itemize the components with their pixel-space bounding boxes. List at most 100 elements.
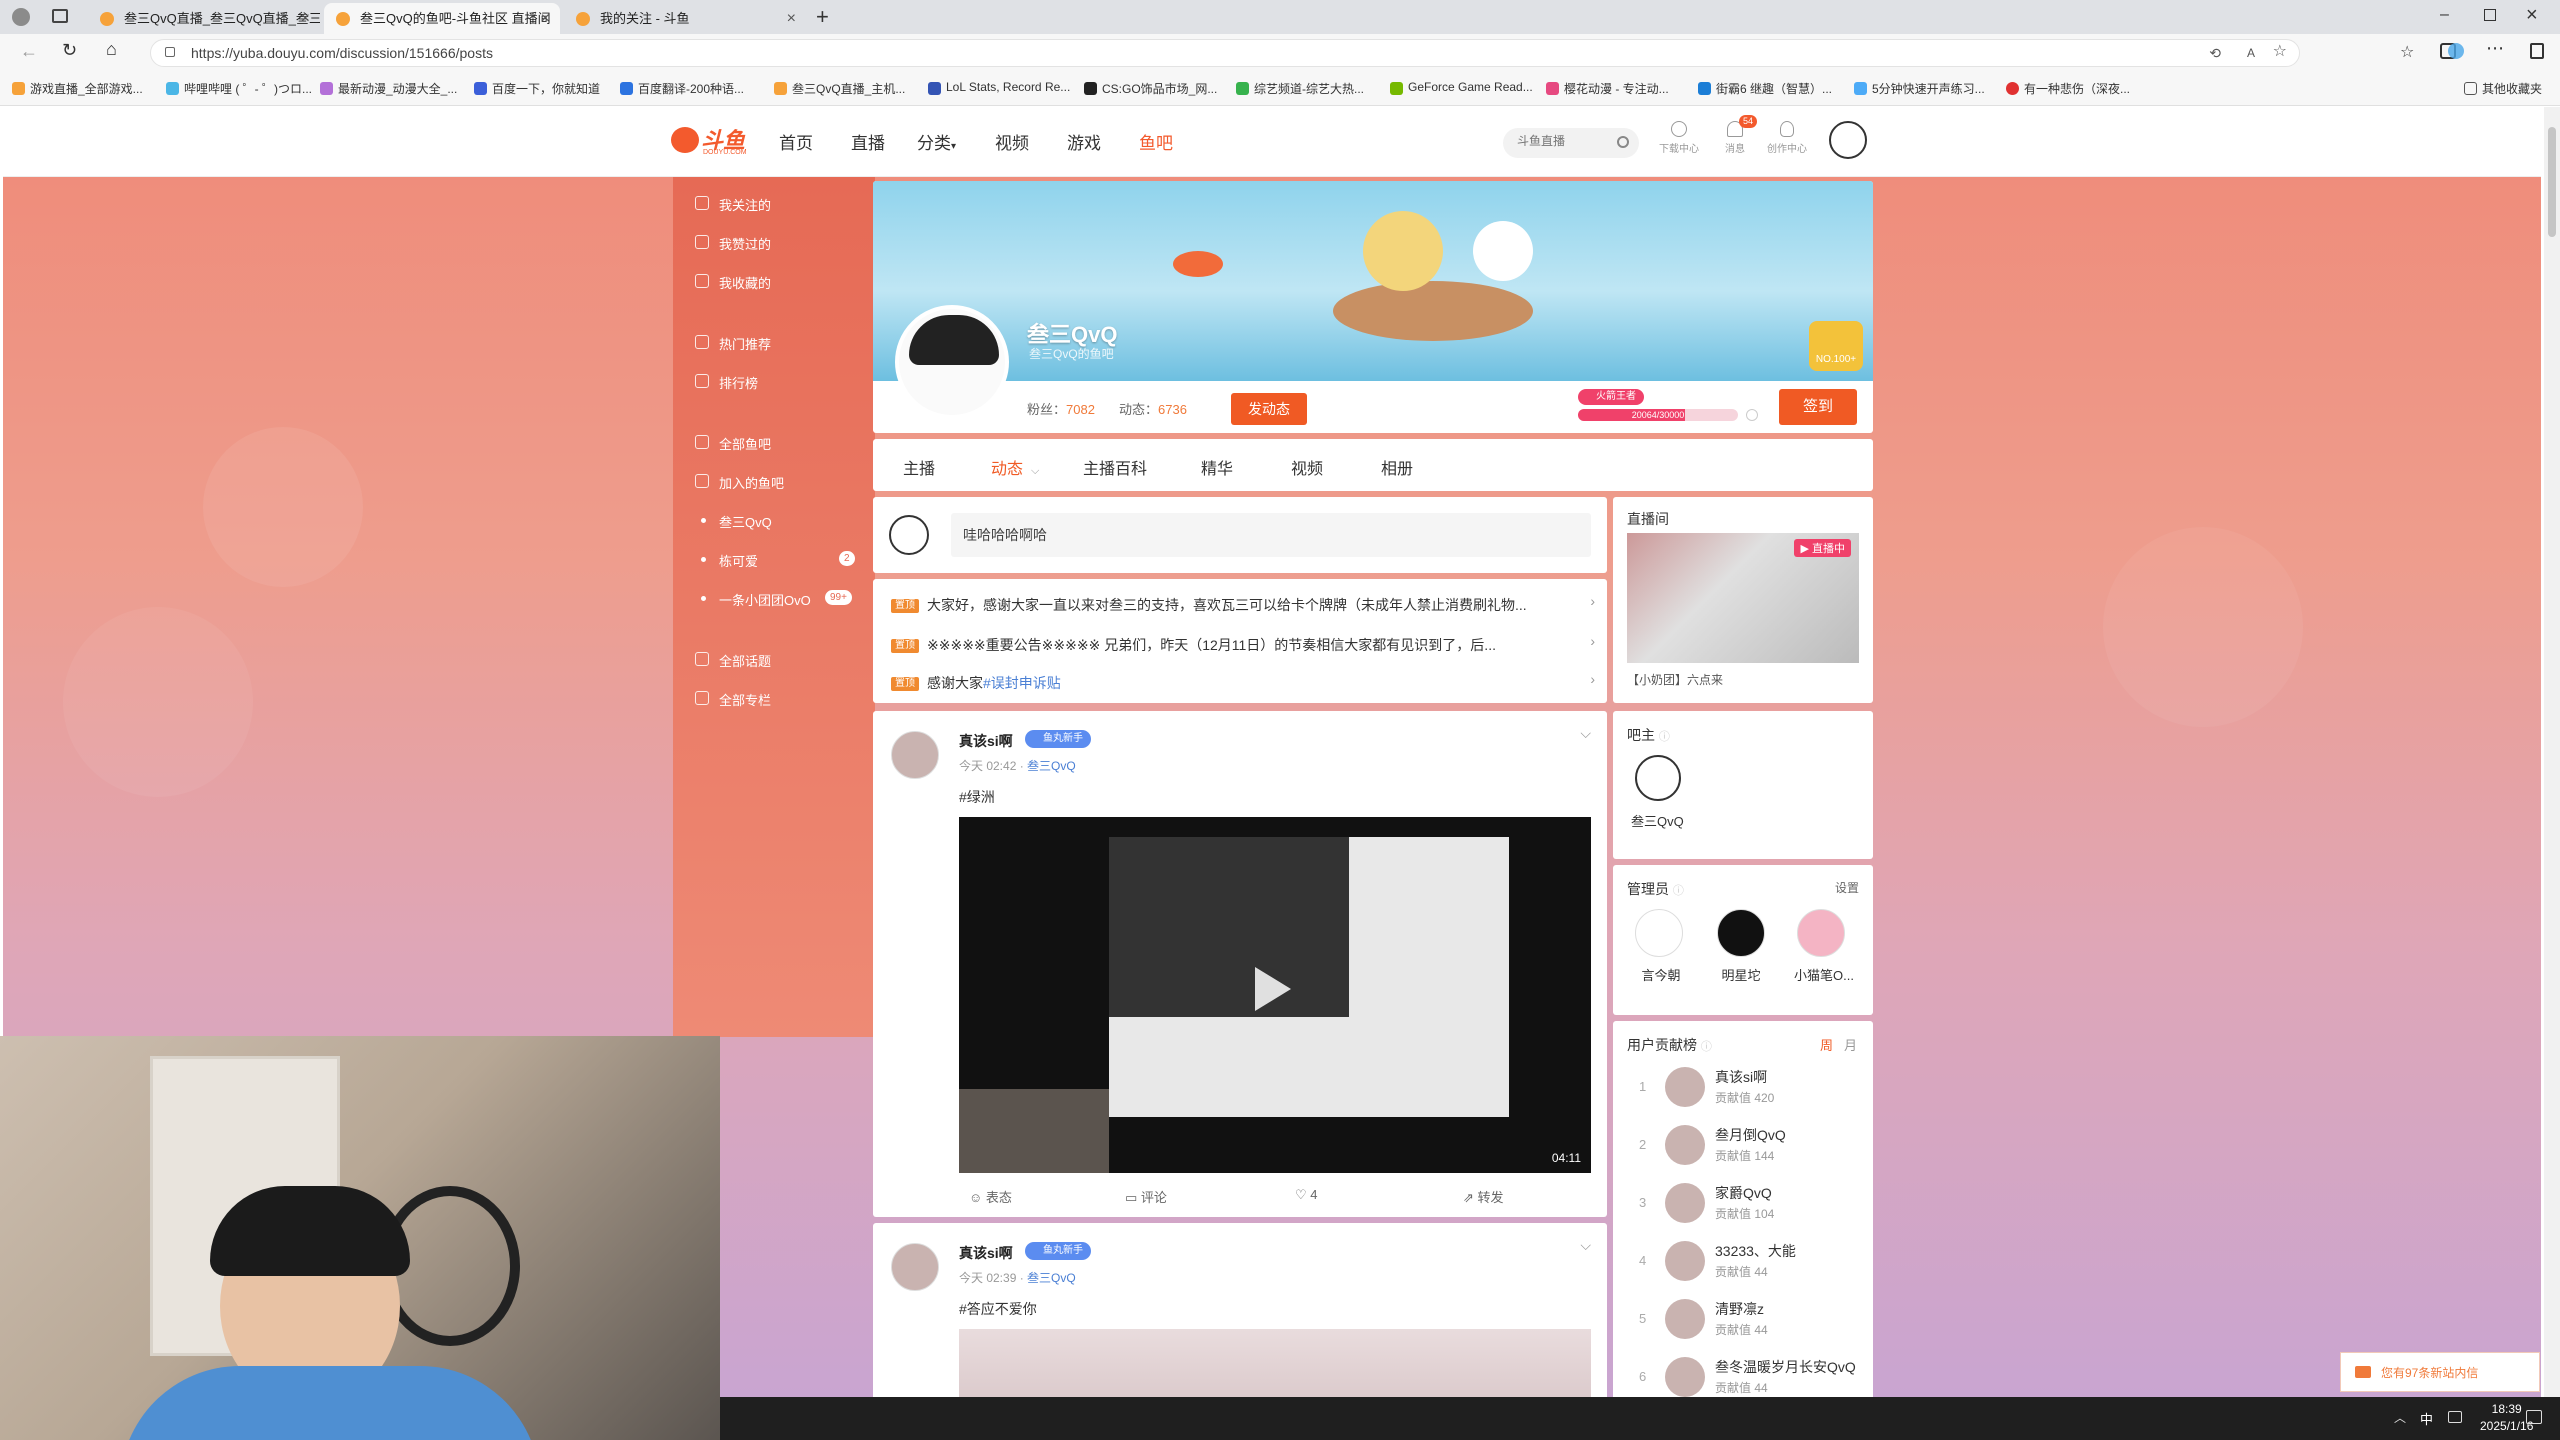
comment-button[interactable]: ▭ 评论 <box>1125 1187 1167 1206</box>
nav-yuba[interactable]: 鱼吧 <box>1139 129 1173 154</box>
search-icon[interactable] <box>1617 136 1629 148</box>
window-close-icon[interactable]: × <box>2526 4 2538 27</box>
read-aloud-icon[interactable]: A <box>2247 40 2255 66</box>
sidebar-item-ranking[interactable]: 排行榜 <box>695 373 758 392</box>
live-thumbnail[interactable]: ▶ 直播中 <box>1627 533 1859 663</box>
nav-category[interactable]: 分类▾ <box>917 129 956 154</box>
other-bookmarks[interactable]: 其他收藏夹 <box>2464 80 2542 97</box>
play-icon[interactable] <box>1255 967 1291 1011</box>
owner-avatar[interactable] <box>1635 755 1681 801</box>
topic-link[interactable]: #误封申诉贴 <box>983 675 1061 691</box>
restore-icon[interactable] <box>2484 9 2496 21</box>
browser-tab-2[interactable]: 叁三QvQ的鱼吧-斗鱼社区 直播间 × <box>324 3 560 34</box>
bookmark-item[interactable]: 游戏直播_全部游戏... <box>12 80 143 97</box>
sidebar-item-topics[interactable]: 全部话题 <box>695 651 771 670</box>
download-center[interactable]: 下载中心 <box>1657 121 1701 155</box>
tab-album[interactable]: 相册 <box>1381 455 1413 479</box>
tab-featured[interactable]: 精华 <box>1201 455 1233 479</box>
admin-name[interactable]: 明星坨 <box>1711 965 1771 984</box>
pinned-post[interactable]: 置顶 ※※※※※重要公告※※※※※ 兄弟们，昨天（12月11日）的节奏相信大家都有… <box>891 635 1531 655</box>
minimize-icon[interactable]: – <box>2440 6 2449 24</box>
sidebar-item-all-groups[interactable]: 全部鱼吧 <box>695 434 771 453</box>
bookmark-item[interactable]: CS:GO饰品市场_网... <box>1084 80 1217 97</box>
post-button[interactable]: 发动态 <box>1231 393 1307 425</box>
sidebar-item-columns[interactable]: 全部专栏 <box>695 690 771 709</box>
signin-button[interactable]: 签到 <box>1779 389 1857 425</box>
bookmark-item[interactable]: 5分钟快速开声练习... <box>1854 80 1985 97</box>
favorite-star-icon[interactable]: ☆ <box>2273 39 2287 65</box>
message-notification[interactable]: 您有97条新站内信 <box>2340 1352 2540 1392</box>
close-icon[interactable]: × <box>541 3 550 34</box>
search-input[interactable] <box>1517 134 1607 148</box>
profile-icon[interactable] <box>12 8 30 26</box>
close-icon[interactable]: × <box>301 3 310 34</box>
info-icon[interactable] <box>1746 409 1758 421</box>
creator-center[interactable]: 创作中心 <box>1765 121 1809 155</box>
copilot-icon[interactable] <box>2448 43 2464 59</box>
more-icon[interactable]: ⋯ <box>2486 38 2504 59</box>
network-icon[interactable] <box>2448 1411 2462 1423</box>
search-box[interactable] <box>1503 128 1639 158</box>
sidebar-item-followed[interactable]: 我关注的 <box>695 195 771 214</box>
bookmark-item[interactable]: 叁三QvQ直播_主机... <box>774 80 905 97</box>
composer-input[interactable]: 哇哈哈哈啊哈 <box>951 513 1591 557</box>
bookmark-item[interactable]: 百度一下，你就知道 <box>474 80 600 97</box>
streamer-avatar[interactable] <box>895 305 1009 419</box>
rank-tab-week[interactable]: 周 <box>1820 1035 1833 1054</box>
rank-tab-month[interactable]: 月 <box>1844 1035 1857 1054</box>
sidebar-item-group[interactable]: 叁三QvQ <box>695 512 772 531</box>
video-player[interactable]: 04:11 <box>959 817 1591 1173</box>
bookmark-item[interactable]: 哔哩哔哩 ( ゜- ゜)つロ... <box>166 80 312 97</box>
favorites-icon[interactable]: ☆ <box>2400 42 2414 62</box>
back-icon[interactable]: ← <box>20 41 38 62</box>
admins-settings-link[interactable]: 设置 <box>1835 879 1859 896</box>
sidebar-item-liked[interactable]: 我赞过的 <box>695 234 771 253</box>
tab-feed[interactable]: 动态 ⌵ <box>991 455 1039 479</box>
admin-name[interactable]: 言今朝 <box>1631 965 1691 984</box>
bookmark-item[interactable]: LoL Stats, Record Re... <box>928 80 1070 95</box>
ranking-row[interactable]: 4 33233、大能 贡献值 44 <box>1613 1235 1873 1291</box>
nav-game[interactable]: 游戏 <box>1067 129 1101 154</box>
bookmark-item[interactable]: 百度翻译-200种语... <box>620 80 744 97</box>
browser-tab-3[interactable]: 我的关注 - 斗鱼 × <box>564 3 806 34</box>
ranking-row[interactable]: 6 叁冬温暖岁月长安QvQ 贡献值 44 <box>1613 1351 1873 1397</box>
ranking-row[interactable]: 3 家爵QvQ 贡献值 104 <box>1613 1177 1873 1233</box>
reload-icon[interactable]: ↻ <box>62 40 77 61</box>
pinned-post[interactable]: 置顶 大家好，感谢大家一直以来对叁三的支持，喜欢瓦三可以给卡个牌牌（未成年人禁止消… <box>891 595 1531 615</box>
bookmark-item[interactable]: 有一种悲伤（深夜... <box>2006 80 2130 97</box>
ranking-row[interactable]: 2 叁月倒QvQ 贡献值 144 <box>1613 1119 1873 1175</box>
post-menu-chevron-icon[interactable]: ⌵ <box>1580 725 1591 742</box>
ranking-row[interactable]: 5 清野凛z 贡献值 44 <box>1613 1293 1873 1349</box>
post-topic[interactable]: #绿洲 <box>959 787 995 807</box>
like-button[interactable]: ♡ 4 <box>1295 1187 1318 1203</box>
bookmark-item[interactable]: GeForce Game Read... <box>1390 80 1533 95</box>
sidebar-item-collected[interactable]: 我收藏的 <box>695 273 771 292</box>
page-scrollbar[interactable] <box>2544 107 2560 1397</box>
info-icon[interactable]: ⓘ <box>1673 885 1684 897</box>
ime-indicator[interactable]: 中 <box>2420 1409 2433 1428</box>
sidebar-item-group[interactable]: 一条小团团OvO <box>695 590 811 609</box>
author-avatar[interactable] <box>891 1243 939 1291</box>
ranking-row[interactable]: 1 真该si啊 贡献值 420 <box>1613 1061 1873 1117</box>
live-caption[interactable]: 【小奶团】六点来 <box>1627 671 1723 688</box>
post-topic[interactable]: #答应不爱你 <box>959 1299 1037 1319</box>
post-menu-chevron-icon[interactable]: ⌵ <box>1580 1237 1591 1254</box>
admin-name[interactable]: 小猫笔O... <box>1789 965 1859 984</box>
info-icon[interactable]: ⓘ <box>1659 731 1670 743</box>
browser-tab-1[interactable]: 叁三QvQ直播_叁三QvQ直播_叁三 × <box>88 3 320 34</box>
owner-name[interactable]: 叁三QvQ <box>1631 811 1684 830</box>
nav-live[interactable]: 直播 <box>851 129 885 154</box>
share-button[interactable]: ⇗ 转发 <box>1463 1187 1504 1206</box>
bookmark-item[interactable]: 最新动漫_动漫大全_... <box>320 80 457 97</box>
bookmark-item[interactable]: 街霸6 继趣（智慧）... <box>1698 80 1832 97</box>
admin-avatar[interactable] <box>1797 909 1845 957</box>
notifications-icon[interactable] <box>2526 1410 2542 1424</box>
react-button[interactable]: ☺ 表态 <box>969 1187 1012 1206</box>
info-icon[interactable]: ⓘ <box>1701 1041 1712 1053</box>
post-image[interactable] <box>959 1329 1591 1397</box>
pinned-post[interactable]: 置顶 感谢大家#误封申诉贴 <box>891 673 1531 693</box>
scrollbar-thumb[interactable] <box>2548 127 2556 237</box>
sidebar-item-group[interactable]: 栋可爱 <box>695 551 758 570</box>
bookmark-item[interactable]: 综艺频道-综艺大热... <box>1236 80 1364 97</box>
messages[interactable]: 消息 54 <box>1715 115 1758 155</box>
